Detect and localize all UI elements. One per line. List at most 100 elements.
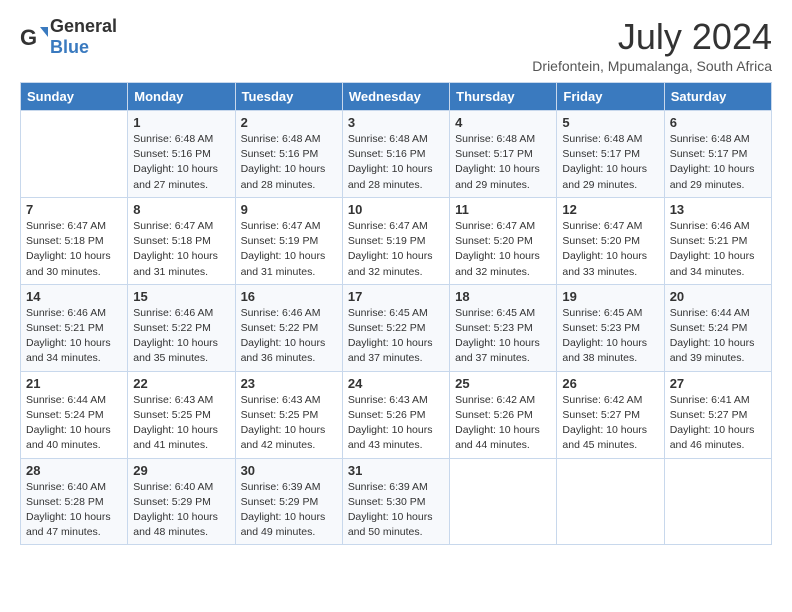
day-info: Sunrise: 6:47 AM Sunset: 5:19 PM Dayligh… [348, 219, 444, 280]
day-number: 18 [455, 289, 551, 304]
day-info: Sunrise: 6:48 AM Sunset: 5:16 PM Dayligh… [348, 132, 444, 193]
day-number: 5 [562, 115, 658, 130]
day-number: 21 [26, 376, 122, 391]
calendar-day-cell: 11Sunrise: 6:47 AM Sunset: 5:20 PM Dayli… [450, 197, 557, 284]
day-number: 1 [133, 115, 229, 130]
day-number: 14 [26, 289, 122, 304]
calendar-day-cell [557, 458, 664, 545]
day-number: 6 [670, 115, 766, 130]
day-info: Sunrise: 6:46 AM Sunset: 5:21 PM Dayligh… [670, 219, 766, 280]
day-info: Sunrise: 6:44 AM Sunset: 5:24 PM Dayligh… [26, 393, 122, 454]
calendar-day-cell: 8Sunrise: 6:47 AM Sunset: 5:18 PM Daylig… [128, 197, 235, 284]
calendar-day-cell: 3 Sunrise: 6:48 AM Sunset: 5:16 PM Daylig… [342, 111, 449, 198]
calendar-header-cell: Thursday [450, 83, 557, 111]
calendar-day-cell [664, 458, 771, 545]
header: G General Blue July 2024 Driefontein, Mp… [20, 16, 772, 74]
day-number: 29 [133, 463, 229, 478]
day-number: 16 [241, 289, 337, 304]
day-info: Sunrise: 6:48 AM Sunset: 5:16 PM Dayligh… [133, 132, 229, 193]
day-number: 3 [348, 115, 444, 130]
calendar-header-cell: Friday [557, 83, 664, 111]
calendar-day-cell: 5 Sunrise: 6:48 AM Sunset: 5:17 PM Daylig… [557, 111, 664, 198]
calendar-day-cell: 14 Sunrise: 6:46 AM Sunset: 5:21 PM Dayli… [21, 284, 128, 371]
day-info: Sunrise: 6:41 AM Sunset: 5:27 PM Dayligh… [670, 393, 766, 454]
day-info: Sunrise: 6:48 AM Sunset: 5:17 PM Dayligh… [455, 132, 551, 193]
calendar-header-cell: Sunday [21, 83, 128, 111]
day-number: 19 [562, 289, 658, 304]
day-info: Sunrise: 6:40 AM Sunset: 5:28 PM Dayligh… [26, 480, 122, 541]
day-number: 4 [455, 115, 551, 130]
calendar-day-cell [21, 111, 128, 198]
calendar-day-cell: 12Sunrise: 6:47 AM Sunset: 5:20 PM Dayli… [557, 197, 664, 284]
calendar-day-cell: 7 Sunrise: 6:47 AM Sunset: 5:18 PM Daylig… [21, 197, 128, 284]
calendar-day-cell: 27 Sunrise: 6:41 AM Sunset: 5:27 PM Dayli… [664, 371, 771, 458]
day-info: Sunrise: 6:47 AM Sunset: 5:18 PM Dayligh… [26, 219, 122, 280]
calendar-day-cell: 30 Sunrise: 6:39 AM Sunset: 5:29 PM Dayli… [235, 458, 342, 545]
day-number: 15 [133, 289, 229, 304]
day-number: 25 [455, 376, 551, 391]
calendar-day-cell: 15 Sunrise: 6:46 AM Sunset: 5:22 PM Dayli… [128, 284, 235, 371]
day-info: Sunrise: 6:39 AM Sunset: 5:29 PM Dayligh… [241, 480, 337, 541]
day-number: 11 [455, 202, 551, 217]
calendar-day-cell: 9Sunrise: 6:47 AM Sunset: 5:19 PM Daylig… [235, 197, 342, 284]
day-number: 31 [348, 463, 444, 478]
calendar-day-cell: 1 Sunrise: 6:48 AM Sunset: 5:16 PM Daylig… [128, 111, 235, 198]
logo-icon: G [20, 23, 48, 51]
day-number: 23 [241, 376, 337, 391]
day-info: Sunrise: 6:40 AM Sunset: 5:29 PM Dayligh… [133, 480, 229, 541]
day-number: 17 [348, 289, 444, 304]
calendar-table: SundayMondayTuesdayWednesdayThursdayFrid… [20, 82, 772, 545]
day-info: Sunrise: 6:45 AM Sunset: 5:22 PM Dayligh… [348, 306, 444, 367]
logo: G General Blue [20, 16, 117, 58]
calendar-header-cell: Wednesday [342, 83, 449, 111]
calendar-day-cell: 10 Sunrise: 6:47 AM Sunset: 5:19 PM Dayli… [342, 197, 449, 284]
calendar-day-cell: 28 Sunrise: 6:40 AM Sunset: 5:28 PM Dayli… [21, 458, 128, 545]
calendar-day-cell: 22Sunrise: 6:43 AM Sunset: 5:25 PM Dayli… [128, 371, 235, 458]
calendar-day-cell: 20Sunrise: 6:44 AM Sunset: 5:24 PM Dayli… [664, 284, 771, 371]
calendar-day-cell: 4 Sunrise: 6:48 AM Sunset: 5:17 PM Daylig… [450, 111, 557, 198]
calendar-day-cell: 21 Sunrise: 6:44 AM Sunset: 5:24 PM Dayli… [21, 371, 128, 458]
calendar-week-row: 28 Sunrise: 6:40 AM Sunset: 5:28 PM Dayli… [21, 458, 772, 545]
month-title: July 2024 [532, 16, 772, 58]
day-number: 28 [26, 463, 122, 478]
calendar-week-row: 14 Sunrise: 6:46 AM Sunset: 5:21 PM Dayli… [21, 284, 772, 371]
title-area: July 2024 Driefontein, Mpumalanga, South… [532, 16, 772, 74]
day-info: Sunrise: 6:46 AM Sunset: 5:22 PM Dayligh… [133, 306, 229, 367]
location-title: Driefontein, Mpumalanga, South Africa [532, 58, 772, 74]
day-number: 24 [348, 376, 444, 391]
calendar-week-row: 21 Sunrise: 6:44 AM Sunset: 5:24 PM Dayli… [21, 371, 772, 458]
day-number: 22 [133, 376, 229, 391]
day-number: 30 [241, 463, 337, 478]
calendar-day-cell: 13Sunrise: 6:46 AM Sunset: 5:21 PM Dayli… [664, 197, 771, 284]
calendar-day-cell: 19 Sunrise: 6:45 AM Sunset: 5:23 PM Dayli… [557, 284, 664, 371]
logo-text-general: General [50, 16, 117, 36]
day-info: Sunrise: 6:46 AM Sunset: 5:21 PM Dayligh… [26, 306, 122, 367]
calendar-header-cell: Tuesday [235, 83, 342, 111]
day-number: 7 [26, 202, 122, 217]
day-info: Sunrise: 6:48 AM Sunset: 5:16 PM Dayligh… [241, 132, 337, 193]
calendar-day-cell: 29 Sunrise: 6:40 AM Sunset: 5:29 PM Dayli… [128, 458, 235, 545]
day-info: Sunrise: 6:46 AM Sunset: 5:22 PM Dayligh… [241, 306, 337, 367]
calendar-day-cell: 6 Sunrise: 6:48 AM Sunset: 5:17 PM Daylig… [664, 111, 771, 198]
day-number: 27 [670, 376, 766, 391]
calendar-day-cell: 24 Sunrise: 6:43 AM Sunset: 5:26 PM Dayli… [342, 371, 449, 458]
day-info: Sunrise: 6:44 AM Sunset: 5:24 PM Dayligh… [670, 306, 766, 367]
calendar-day-cell: 26Sunrise: 6:42 AM Sunset: 5:27 PM Dayli… [557, 371, 664, 458]
calendar-header-row: SundayMondayTuesdayWednesdayThursdayFrid… [21, 83, 772, 111]
calendar-week-row: 7 Sunrise: 6:47 AM Sunset: 5:18 PM Daylig… [21, 197, 772, 284]
day-number: 10 [348, 202, 444, 217]
day-info: Sunrise: 6:48 AM Sunset: 5:17 PM Dayligh… [670, 132, 766, 193]
day-info: Sunrise: 6:47 AM Sunset: 5:19 PM Dayligh… [241, 219, 337, 280]
day-info: Sunrise: 6:48 AM Sunset: 5:17 PM Dayligh… [562, 132, 658, 193]
day-number: 26 [562, 376, 658, 391]
day-info: Sunrise: 6:45 AM Sunset: 5:23 PM Dayligh… [562, 306, 658, 367]
day-info: Sunrise: 6:47 AM Sunset: 5:18 PM Dayligh… [133, 219, 229, 280]
svg-text:G: G [20, 25, 37, 50]
logo-text-blue: Blue [50, 37, 89, 57]
day-number: 2 [241, 115, 337, 130]
day-info: Sunrise: 6:43 AM Sunset: 5:25 PM Dayligh… [241, 393, 337, 454]
day-info: Sunrise: 6:43 AM Sunset: 5:26 PM Dayligh… [348, 393, 444, 454]
calendar-day-cell: 18Sunrise: 6:45 AM Sunset: 5:23 PM Dayli… [450, 284, 557, 371]
calendar-header-cell: Monday [128, 83, 235, 111]
calendar-day-cell: 2 Sunrise: 6:48 AM Sunset: 5:16 PM Daylig… [235, 111, 342, 198]
